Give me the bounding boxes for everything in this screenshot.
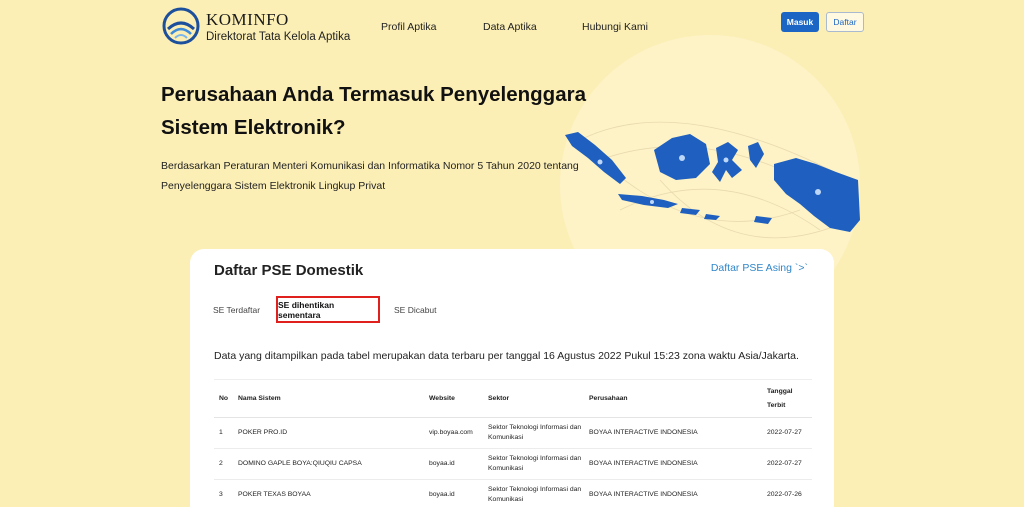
cell-nama-sistem: DOMINO GAPLE BOYA:QIUQIU CAPSA bbox=[233, 448, 424, 480]
indonesia-map-illustration bbox=[565, 121, 860, 239]
nav-profil-aptika[interactable]: Profil Aptika bbox=[381, 21, 436, 33]
column-header-sektor[interactable]: Sektor bbox=[483, 379, 584, 418]
column-header-tanggal-terbit[interactable]: Tanggal Terbit bbox=[762, 379, 812, 418]
foreign-pse-link[interactable]: Daftar PSE Asing `>` bbox=[711, 262, 808, 274]
kominfo-emblem-icon bbox=[162, 7, 200, 45]
cell-nama-sistem: POKER PRO.ID bbox=[233, 417, 424, 449]
data-notice: Data yang ditampilkan pada tabel merupak… bbox=[214, 350, 799, 362]
pse-domestic-card: Daftar PSE Domestik Daftar PSE Asing `>`… bbox=[190, 249, 834, 507]
tab-se-terdaftar[interactable]: SE Terdaftar bbox=[213, 305, 260, 315]
column-header-nama-sistem[interactable]: Nama Sistem bbox=[233, 379, 424, 418]
cell-tanggal-terbit: 2022-07-27 bbox=[762, 448, 812, 480]
card-title: Daftar PSE Domestik bbox=[214, 262, 364, 279]
register-button[interactable]: Daftar bbox=[826, 12, 864, 32]
cell-perusahaan: BOYAA INTERACTIVE INDONESIA bbox=[584, 448, 762, 480]
tab-se-dihentikan-sementara[interactable]: SE dihentikan sementara bbox=[276, 296, 380, 323]
cell-sektor: Sektor Teknologi Informasi dan Komunikas… bbox=[483, 479, 584, 507]
column-header-website[interactable]: Website bbox=[424, 379, 483, 418]
logo-subtitle: Direktorat Tata Kelola Aptika bbox=[206, 30, 351, 43]
table-row[interactable]: 3 POKER TEXAS BOYAA boyaa.id Sektor Tekn… bbox=[214, 479, 812, 507]
cell-tanggal-terbit: 2022-07-26 bbox=[762, 479, 812, 507]
cell-website: boyaa.id bbox=[424, 448, 483, 480]
kominfo-logo[interactable]: KOMINFO Direktorat Tata Kelola Aptika bbox=[162, 7, 350, 45]
cell-website: vip.boyaa.com bbox=[424, 417, 483, 449]
cell-no: 2 bbox=[214, 448, 233, 480]
table-row[interactable]: 1 POKER PRO.ID vip.boyaa.com Sektor Tekn… bbox=[214, 417, 812, 449]
column-header-perusahaan[interactable]: Perusahaan bbox=[584, 379, 762, 418]
hero-description: Berdasarkan Peraturan Menteri Komunikasi… bbox=[161, 160, 579, 192]
cell-perusahaan: BOYAA INTERACTIVE INDONESIA bbox=[584, 417, 762, 449]
nav-hubungi-kami[interactable]: Hubungi Kami bbox=[582, 21, 648, 33]
tab-se-dicabut[interactable]: SE Dicabut bbox=[394, 305, 437, 315]
nav-data-aptika[interactable]: Data Aptika bbox=[483, 21, 537, 33]
cell-nama-sistem: POKER TEXAS BOYAA bbox=[233, 479, 424, 507]
pse-table: No Nama Sistem Website Sektor Perusahaan… bbox=[214, 379, 812, 507]
cell-perusahaan: BOYAA INTERACTIVE INDONESIA bbox=[584, 479, 762, 507]
login-button[interactable]: Masuk bbox=[781, 12, 819, 32]
cell-no: 3 bbox=[214, 479, 233, 507]
cell-website: boyaa.id bbox=[424, 479, 483, 507]
table-row[interactable]: 2 DOMINO GAPLE BOYA:QIUQIU CAPSA boyaa.i… bbox=[214, 448, 812, 480]
table-header-row: No Nama Sistem Website Sektor Perusahaan… bbox=[214, 379, 812, 418]
logo-title: KOMINFO bbox=[206, 9, 289, 29]
cell-sektor: Sektor Teknologi Informasi dan Komunikas… bbox=[483, 417, 584, 449]
cell-sektor: Sektor Teknologi Informasi dan Komunikas… bbox=[483, 448, 584, 480]
cell-tanggal-terbit: 2022-07-27 bbox=[762, 417, 812, 449]
cell-no: 1 bbox=[214, 417, 233, 449]
column-header-no[interactable]: No bbox=[214, 379, 233, 418]
